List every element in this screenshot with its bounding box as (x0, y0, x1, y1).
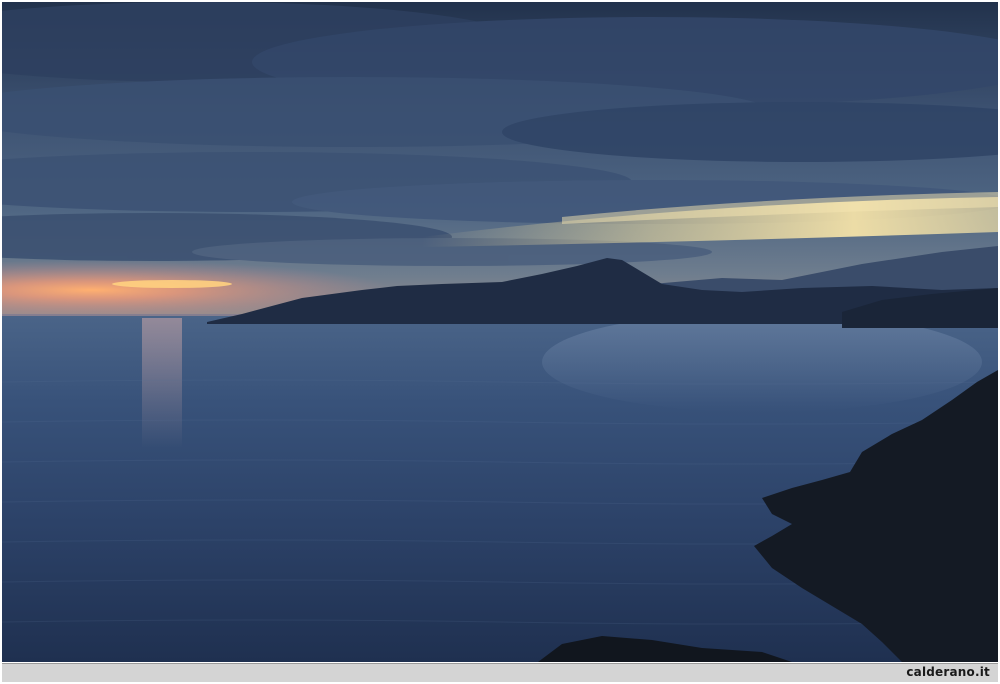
seascape-illustration (2, 2, 998, 662)
sun-reflection (142, 318, 182, 448)
watermark-text: calderano.it (906, 665, 990, 679)
caption-bar: calderano.it (2, 663, 998, 682)
landscape-photo (2, 2, 998, 662)
photo-frame: calderano.it (0, 0, 1000, 684)
